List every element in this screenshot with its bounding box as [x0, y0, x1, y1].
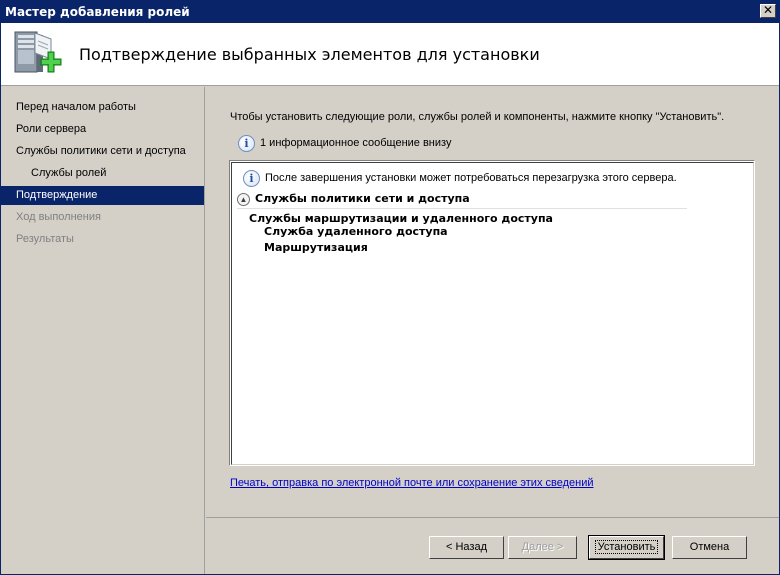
install-button[interactable]: Установить: [588, 535, 665, 560]
confirmation-panel[interactable]: i После завершения установки может потреб…: [229, 160, 755, 466]
info-summary: i 1 информационное сообщение внизу: [238, 133, 451, 153]
confirmation-panel-inner: i После завершения установки может потреб…: [231, 162, 754, 465]
print-email-save-link[interactable]: Печать, отправка по электронной почте ил…: [230, 477, 594, 489]
section-header: ▲ Службы политики сети и доступа: [237, 191, 687, 209]
info-count-text: 1 информационное сообщение внизу: [260, 137, 452, 149]
sidebar-item-results: Результаты: [16, 233, 74, 245]
wizard-content: Чтобы установить следующие роли, службы …: [206, 87, 779, 517]
back-button[interactable]: < Назад: [429, 536, 504, 559]
sidebar-item-npas[interactable]: Службы политики сети и доступа: [1, 142, 204, 161]
role-service-item: Служба удаленного доступа: [264, 225, 448, 238]
server-add-icon: [14, 31, 62, 73]
sidebar-item-role-services[interactable]: Службы ролей: [1, 164, 204, 183]
sidebar-item-progress: Ход выполнения: [16, 211, 101, 223]
wizard-header: Подтверждение выбранных элементов для ус…: [1, 23, 779, 86]
reboot-warning-text: После завершения установки может потребо…: [265, 172, 677, 184]
role-service-item: Маршрутизация: [264, 241, 368, 254]
window-title: Мастер добавления ролей: [5, 5, 190, 19]
next-button: Далее >: [508, 536, 577, 559]
info-icon: i: [243, 169, 260, 187]
reboot-warning: i После завершения установки может потреб…: [243, 168, 677, 188]
title-bar[interactable]: Мастер добавления ролей ✕: [1, 1, 779, 23]
wizard-steps-sidebar: Перед началом работы Роли сервера Службы…: [1, 87, 205, 574]
wizard-footer: < Назад Далее > Установить Отмена: [206, 517, 779, 574]
cancel-button[interactable]: Отмена: [672, 536, 747, 559]
sidebar-item-server-roles[interactable]: Роли сервера: [1, 120, 204, 139]
collapse-icon[interactable]: ▲: [237, 193, 250, 206]
section-title: Службы политики сети и доступа: [255, 192, 470, 205]
role-service-item: Службы маршрутизации и удаленного доступ…: [249, 212, 553, 225]
info-icon: i: [238, 134, 255, 152]
sidebar-item-confirmation[interactable]: Подтверждение: [1, 186, 204, 205]
sidebar-item-before-you-begin[interactable]: Перед началом работы: [1, 98, 204, 117]
intro-text: Чтобы установить следующие роли, службы …: [230, 111, 725, 123]
close-icon[interactable]: ✕: [760, 4, 776, 18]
role-wizard-window: Мастер добавления ролей ✕ Подтверждение …: [0, 0, 780, 575]
page-title: Подтверждение выбранных элементов для ус…: [79, 45, 540, 64]
